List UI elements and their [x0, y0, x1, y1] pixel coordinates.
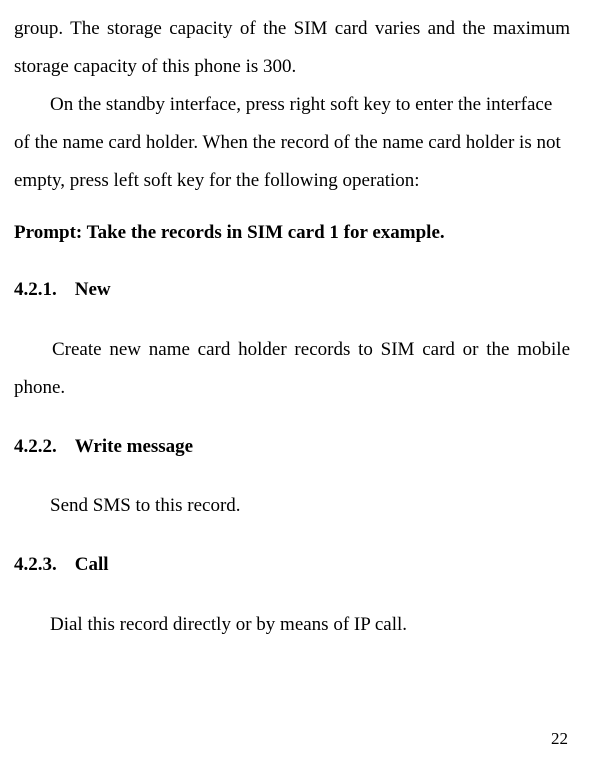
paragraph-4-2-1: Create new name card holder records to S…	[14, 331, 570, 407]
page-number: 22	[551, 729, 568, 749]
heading-4-2-1: 4.2.1. New	[14, 276, 570, 305]
heading-4-2-3: 4.2.3. Call	[14, 551, 570, 580]
heading-title: New	[75, 279, 111, 300]
prompt-line: Prompt: Take the records in SIM card 1 f…	[14, 216, 570, 250]
paragraph-intro-continued: group. The storage capacity of the SIM c…	[14, 10, 570, 86]
paragraph-standby-instructions: On the standby interface, press right so…	[14, 86, 570, 200]
paragraph-4-2-2: Send SMS to this record.	[14, 487, 570, 525]
heading-4-2-2: 4.2.2. Write message	[14, 433, 570, 462]
heading-number: 4.2.3.	[14, 551, 57, 580]
heading-title: Call	[75, 554, 109, 575]
paragraph-4-2-3: Dial this record directly or by means of…	[14, 606, 570, 644]
heading-title: Write message	[75, 436, 193, 457]
heading-number: 4.2.1.	[14, 276, 57, 305]
heading-number: 4.2.2.	[14, 433, 57, 462]
